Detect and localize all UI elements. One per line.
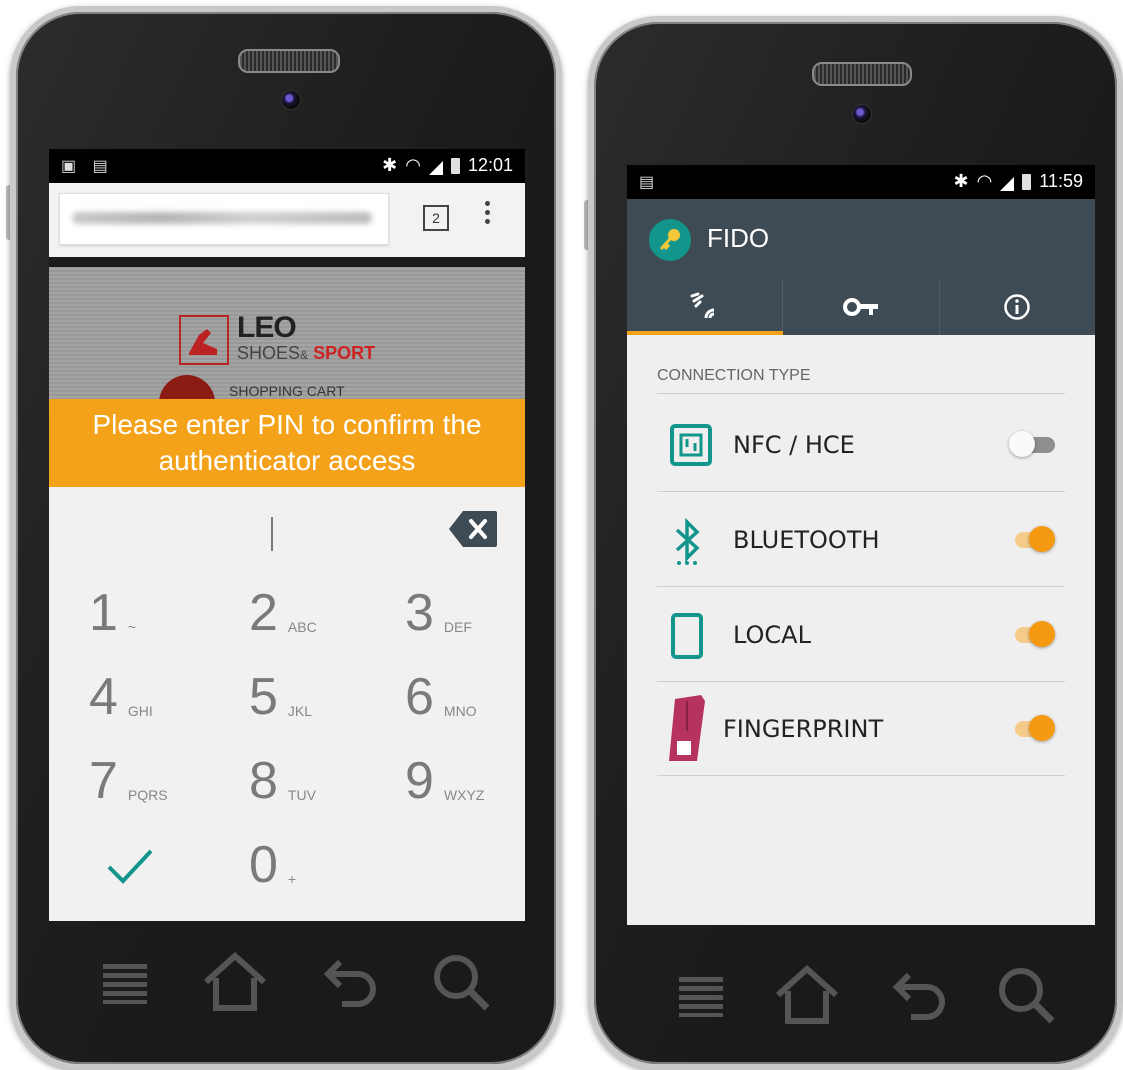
wifi-status-icon: ◠ [405,155,421,175]
blurred-url [72,212,372,224]
tab-keys[interactable] [782,279,938,335]
nfc-toggle[interactable] [1009,431,1055,457]
key-6[interactable]: 6 MNO [405,663,477,723]
key-4[interactable]: 4 GHI [89,663,153,723]
phone-icon [669,613,705,664]
tab-bar [627,279,1095,335]
status-icons: ✱ ◠ 12:01 [382,155,513,176]
back-icon[interactable] [889,967,949,1023]
key-2[interactable]: 2 ABC [249,579,317,639]
connection-label: FINGERPRINT [723,715,884,743]
home-icon[interactable] [772,965,842,1025]
left-screen: ▣ ▤ ✱ ◠ 12:01 2 LEO SHOES& SPORT SHOPPIN… [49,149,525,921]
browser-toolbar: 2 [49,183,525,257]
battery-icon [1022,173,1032,190]
key-3[interactable]: 3 DEF [405,579,472,639]
search-icon[interactable] [996,965,1056,1025]
connection-label: BLUETOOTH [733,526,880,554]
status-icons: ✱ ◠ 11:59 [953,171,1083,192]
bluetooth-icon [669,517,709,571]
tab-info[interactable] [938,279,1095,335]
backspace-button[interactable] [449,511,497,552]
brand-sub: SHOES& SPORT [237,343,376,363]
search-icon[interactable] [431,952,491,1012]
webpage-area: LEO SHOES& SPORT SHOPPING CART [49,267,525,431]
pin-input-cursor[interactable] [271,517,273,551]
browser-menu-button[interactable] [485,201,491,228]
checkmark-icon [107,849,153,884]
leo-logo: LEO SHOES& SPORT [179,311,399,375]
back-icon[interactable] [320,954,380,1010]
page-top-strip [49,257,525,267]
bluetooth-status-icon: ✱ [953,171,969,191]
key-7[interactable]: 7 PQRS [89,747,168,807]
connection-label: NFC / HCE [733,431,855,459]
key-9[interactable]: 9 WXYZ [405,747,484,807]
menu-icon[interactable] [101,960,149,1004]
key-0[interactable]: 0 + [249,831,296,891]
status-bar: ▤ ✱ ◠ 11:59 [627,165,1095,199]
notification-icons: ▤ [639,174,661,191]
left-hardware-nav [76,947,516,1017]
bluetooth-toggle[interactable] [1009,526,1055,552]
home-icon[interactable] [200,952,270,1012]
pin-prompt-text: Please enter PIN to confirm the authenti… [92,409,482,476]
shoe-logo-icon [179,315,229,365]
tab-connections[interactable] [627,279,782,335]
info-icon [1004,294,1031,320]
wifi-status-icon: ◠ [976,171,993,191]
right-hardware-nav [654,960,1079,1030]
right-screen: ▤ ✱ ◠ 11:59 FIDO CONNECTION TYPE NFC / H… [627,165,1095,925]
url-field[interactable] [59,193,389,245]
battery-icon [450,157,460,174]
left-phone: ▣ ▤ ✱ ◠ 12:01 2 LEO SHOES& SPORT SHOPPIN… [10,6,562,1070]
wireless-icon [690,292,714,319]
key-1[interactable]: 1 ~ [89,579,136,639]
signal-icon [1000,175,1015,191]
tab-switcher-button[interactable]: 2 [423,205,449,231]
brand-word: LEO [237,311,297,344]
backspace-icon [449,511,497,547]
key-5[interactable]: 5 JKL [249,663,312,723]
connection-row-bluetooth[interactable]: BLUETOOTH [657,492,1065,587]
connection-row-nfc[interactable]: NFC / HCE [657,397,1065,492]
pin-prompt-banner: Please enter PIN to confirm the authenti… [49,399,525,487]
app-bar: FIDO [627,199,1095,335]
left-phone-camera [281,90,301,110]
app-title: FIDO [707,223,770,253]
fingerprint-toggle[interactable] [1009,715,1055,741]
connection-label: LOCAL [733,621,811,649]
notification-icons: ▣ ▤ [61,158,114,175]
connection-row-fingerprint[interactable]: FINGERPRINT [657,681,1065,776]
connection-row-local[interactable]: LOCAL [657,587,1065,682]
key-icon [842,298,878,316]
key-8[interactable]: 8 TUV [249,747,316,807]
key-app-icon [649,219,691,261]
right-phone-camera [852,104,872,124]
fingerprint-reader-icon [665,691,709,770]
bluetooth-status-icon: ✱ [382,155,398,175]
status-bar: ▣ ▤ ✱ ◠ 12:01 [49,149,525,183]
left-phone-speaker [238,49,340,73]
local-toggle[interactable] [1009,621,1055,647]
menu-icon[interactable] [677,973,725,1017]
confirm-button[interactable] [105,827,155,887]
right-phone-speaker [812,62,912,86]
status-time: 12:01 [467,155,513,175]
signal-icon [428,159,443,175]
status-time: 11:59 [1039,171,1083,191]
nfc-icon [669,423,713,472]
cart-label[interactable]: SHOPPING CART [229,383,345,399]
connection-settings: CONNECTION TYPE NFC / HCE BLUETOOTH LOCA… [627,335,1095,925]
right-phone: ▤ ✱ ◠ 11:59 FIDO CONNECTION TYPE NFC / H… [588,16,1123,1070]
section-header: CONNECTION TYPE [657,367,1065,394]
pin-keypad: 1 ~ 2 ABC 3 DEF 4 GHI 5 JKL 6 MNO 7 PQRS 8 TUV 9… [49,487,525,921]
